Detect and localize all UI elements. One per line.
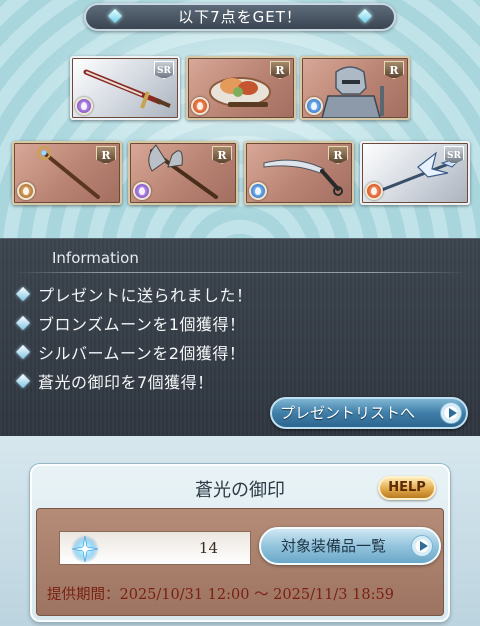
divider bbox=[14, 272, 466, 273]
dark-element-icon bbox=[133, 182, 151, 200]
reward-item-food[interactable]: R bbox=[186, 56, 296, 120]
reward-item-knight[interactable]: R bbox=[300, 56, 410, 120]
fire-element-icon bbox=[365, 182, 383, 200]
information-list: プレゼントに送られました！ ブロンズムーンを1個獲得！ シルバームーンを2個獲得… bbox=[14, 279, 454, 395]
reward-item-axe[interactable]: R bbox=[128, 141, 238, 205]
list-item: ブロンズムーンを1個獲得！ bbox=[14, 308, 454, 337]
equipment-list-button-label: 対象装備品一覧 bbox=[281, 537, 387, 555]
arrow-right-icon bbox=[411, 535, 433, 557]
reward-banner: 以下7点をGET！ bbox=[84, 3, 396, 31]
fire-element-icon bbox=[191, 97, 209, 115]
info-message: プレゼントに送られました！ bbox=[38, 285, 253, 305]
diamond-bullet-icon bbox=[15, 373, 31, 388]
reward-area: 以下7点をGET！ SR R R R R R SR bbox=[0, 0, 480, 238]
information-title: Information bbox=[52, 249, 139, 267]
info-message: シルバームーンを2個獲得！ bbox=[38, 343, 246, 363]
present-list-button-label: プレゼントリストへ bbox=[280, 404, 416, 422]
seal-area: 蒼光の御印 HELP 14 対象装備品一覧 提供期間：2025/10/31 12… bbox=[0, 436, 480, 626]
seal-detail-box: 14 対象装備品一覧 提供期間：2025/10/31 12:00 〜 2025/… bbox=[36, 508, 444, 616]
info-message: 蒼光の御印を7個獲得！ bbox=[38, 372, 214, 392]
equipment-list-button[interactable]: 対象装備品一覧 bbox=[259, 527, 441, 565]
information-panel: Information プレゼントに送られました！ ブロンズムーンを1個獲得！ … bbox=[0, 238, 480, 436]
blue-seal-icon bbox=[71, 535, 99, 563]
reward-item-sword[interactable]: SR bbox=[70, 56, 180, 120]
reward-item-halberd[interactable]: SR bbox=[360, 141, 470, 205]
water-element-icon bbox=[249, 182, 267, 200]
reward-item-blade[interactable]: R bbox=[244, 141, 354, 205]
help-button[interactable]: HELP bbox=[378, 476, 436, 500]
arrow-right-icon bbox=[440, 402, 462, 424]
list-item: 蒼光の御印を7個獲得！ bbox=[14, 366, 454, 395]
diamond-bullet-icon bbox=[15, 344, 31, 359]
gem-icon bbox=[107, 8, 123, 24]
list-item: シルバームーンを2個獲得！ bbox=[14, 337, 454, 366]
diamond-bullet-icon bbox=[15, 315, 31, 330]
offer-period: 提供期間：2025/10/31 12:00 〜 2025/11/3 18:59 bbox=[47, 587, 394, 603]
seal-count-box: 14 bbox=[59, 531, 251, 565]
present-list-button[interactable]: プレゼントリストへ bbox=[270, 397, 468, 429]
earth-element-icon bbox=[17, 182, 35, 200]
seal-count: 14 bbox=[198, 539, 218, 557]
dark-element-icon bbox=[75, 97, 93, 115]
list-item: プレゼントに送られました！ bbox=[14, 279, 454, 308]
reward-banner-title: 以下7点をGET！ bbox=[178, 8, 302, 26]
water-element-icon bbox=[305, 97, 323, 115]
diamond-bullet-icon bbox=[15, 286, 31, 301]
seal-card: 蒼光の御印 HELP 14 対象装備品一覧 提供期間：2025/10/31 12… bbox=[30, 464, 450, 622]
gem-icon bbox=[357, 8, 373, 24]
info-message: ブロンズムーンを1個獲得！ bbox=[38, 314, 246, 334]
reward-item-staff[interactable]: R bbox=[12, 141, 122, 205]
